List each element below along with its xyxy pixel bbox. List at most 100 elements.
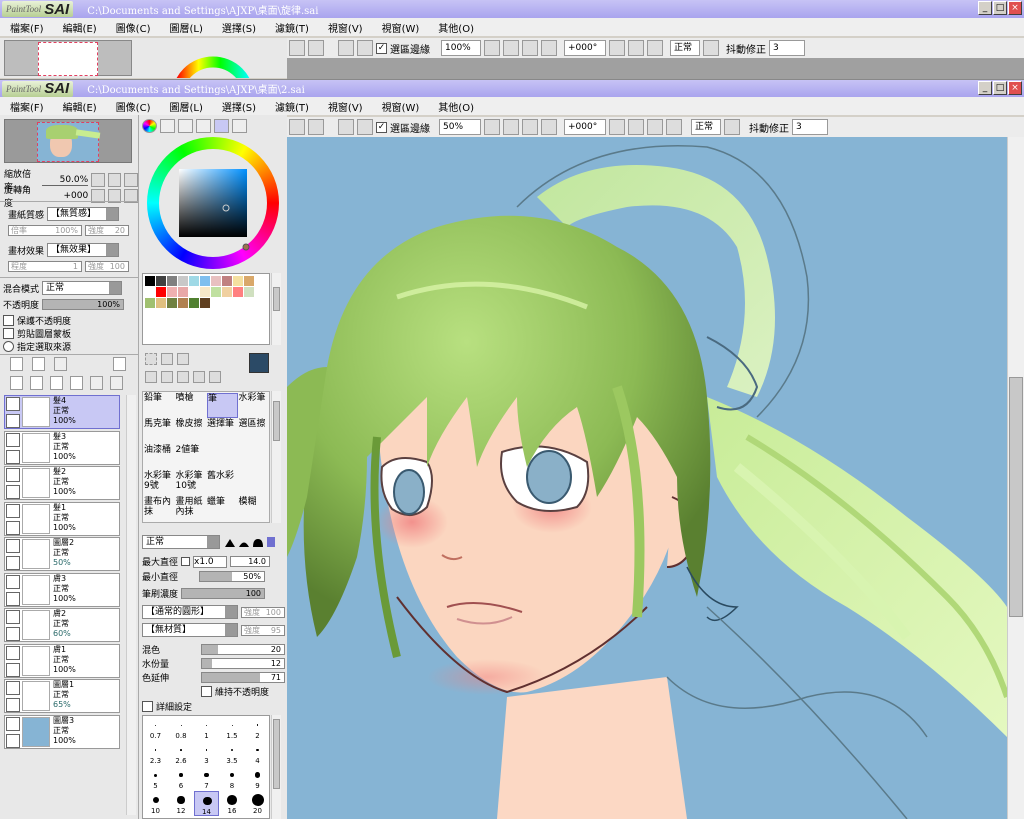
maximize-button[interactable]: □ [993,81,1007,95]
brush-tool[interactable]: 畫用紙內抹 [176,497,207,522]
max-size-mult[interactable]: x1.0 [193,555,228,568]
brush-tool[interactable]: 蠟筆 [207,497,238,522]
color-swatch[interactable] [156,287,166,297]
paper-scale-slider[interactable]: 倍率 100% [8,225,82,236]
close-button[interactable]: × [1008,81,1022,95]
color-swatch[interactable] [167,287,177,297]
redo-icon[interactable] [308,119,324,135]
brush-size-cell[interactable]: 16 [220,791,245,816]
rotate-icon[interactable] [177,371,189,383]
brush-size-cell[interactable]: 2.3 [143,741,168,766]
canvas[interactable] [287,137,1007,819]
layer-row[interactable]: 膚1 正常 100% [4,643,120,678]
lock-icon[interactable] [6,698,20,712]
close-button[interactable]: × [1008,1,1022,15]
back-angle-field[interactable]: +000° [564,40,606,56]
brush-size-cell[interactable]: 6 [169,766,194,791]
brush-tool[interactable] [239,471,270,496]
eye-icon[interactable] [6,432,20,447]
paper-strength-slider[interactable]: 強度 20 [85,225,129,236]
back-menu-item-7[interactable]: 視窗(W) [382,20,420,35]
primary-color[interactable] [249,353,269,373]
main-menu-item-3[interactable]: 圖層(L) [169,99,202,114]
brush-tool[interactable]: 水彩筆 [239,393,270,418]
back-menu-item-2[interactable]: 圖像(C) [116,20,151,35]
water-slider[interactable]: 12 [201,658,285,669]
magic-wand-icon[interactable] [177,353,189,365]
zoom-in-icon[interactable] [522,119,538,135]
color-swatch[interactable] [244,276,254,286]
layer-row[interactable]: 圖層3 正常 100% [4,714,120,749]
color-swatch[interactable] [178,287,188,297]
effect-degree-slider[interactable]: 程度 1 [8,261,82,272]
paper-texture-select[interactable]: 【無質感】 [47,207,120,221]
maximize-button[interactable]: □ [993,1,1007,15]
layer-mask-icon[interactable] [113,357,126,371]
color-swatch[interactable] [222,287,232,297]
zoom-dropdown-icon[interactable] [484,119,500,135]
canvas-scrollbar[interactable] [1007,137,1024,819]
brush-tool[interactable]: 水彩筆9號 [144,471,175,496]
brush-size-cell[interactable]: 3.5 [220,741,245,766]
brush-size-cell[interactable]: 0.7 [143,716,168,741]
pen-icon[interactable] [6,414,20,428]
color-swatch[interactable] [167,298,177,308]
rotate-left-icon[interactable] [628,119,644,135]
brush-texture-select[interactable]: 【無材質】 [142,623,238,637]
brush-size-cell[interactable]: 20 [245,791,270,816]
brush-size-cell[interactable]: 4 [245,741,270,766]
brush-size-cell[interactable]: 14 [194,791,219,816]
brush-tool[interactable]: 油漆桶 [144,445,175,470]
brush-tool[interactable]: 馬克筆 [144,419,175,444]
stabilizer-field[interactable]: 3 [792,119,828,135]
color-swatch[interactable] [200,276,210,286]
move-icon[interactable] [145,371,157,383]
max-size-slider[interactable]: 14.0 [230,556,271,567]
brush-size-cell[interactable]: 0.8 [169,716,194,741]
color-swatch[interactable] [233,276,243,286]
hand-icon[interactable] [193,371,205,383]
layer-row[interactable]: 圖層1 正常 65% [4,679,120,713]
layer-row[interactable]: 圖層2 正常 50% [4,537,120,571]
new-linework-layer-icon[interactable] [32,357,45,371]
brush-tool[interactable]: 水彩筆10號 [176,471,207,496]
eye-icon[interactable] [6,681,20,695]
main-menu-item-8[interactable]: 其他(O) [438,99,474,114]
opacity-slider[interactable]: 100% [42,299,125,310]
shape-strength-slider[interactable]: 強度 100 [241,606,285,618]
color-wheel[interactable] [147,137,279,269]
gradient-slider-icon[interactable] [196,119,211,133]
hsv-slider-icon[interactable] [178,119,193,133]
brush-tool[interactable] [207,445,238,470]
back-menu-item-4[interactable]: 選擇(S) [222,20,256,35]
lock-icon[interactable] [6,485,20,499]
max-size-toggle[interactable] [181,557,191,566]
back-zoom-field[interactable]: 100% [441,40,481,56]
lock-icon[interactable] [6,662,20,677]
main-menu-item-0[interactable]: 檔案(F) [10,99,44,114]
zoom-reset-icon[interactable] [541,119,557,135]
minimize-button[interactable]: _ [978,1,992,15]
lock-icon[interactable] [6,733,20,748]
minimize-button[interactable]: _ [978,81,992,95]
back-menu-item-6[interactable]: 視窗(V) [328,20,363,35]
rotate-reset-icon[interactable] [666,119,682,135]
angle-value[interactable]: +000 [41,191,89,202]
color-swatch[interactable] [145,276,155,286]
paper-effect-select[interactable]: 【無效果】 [47,243,120,257]
zoom-icon[interactable] [161,371,173,383]
brush-size-cell[interactable]: 12 [169,791,194,816]
color-swatch[interactable] [156,276,166,286]
eye-icon[interactable] [6,468,20,482]
main-menu-item-1[interactable]: 編輯(E) [63,99,97,114]
brush-size-cell[interactable]: 7 [194,766,219,791]
brush-tool[interactable]: 噴槍 [176,393,207,418]
back-menu-item-3[interactable]: 圖層(L) [169,20,202,35]
back-menu-item-1[interactable]: 編輯(E) [63,20,97,35]
swatches-icon[interactable] [214,119,229,133]
back-menu-item-8[interactable]: 其他(O) [438,20,474,35]
keep-opacity-checkbox[interactable] [201,686,212,697]
back-selection-edge-checkbox[interactable]: ✓ [376,42,387,54]
brush-size-cell[interactable]: 2 [245,716,270,741]
color-swatch[interactable] [233,287,243,297]
